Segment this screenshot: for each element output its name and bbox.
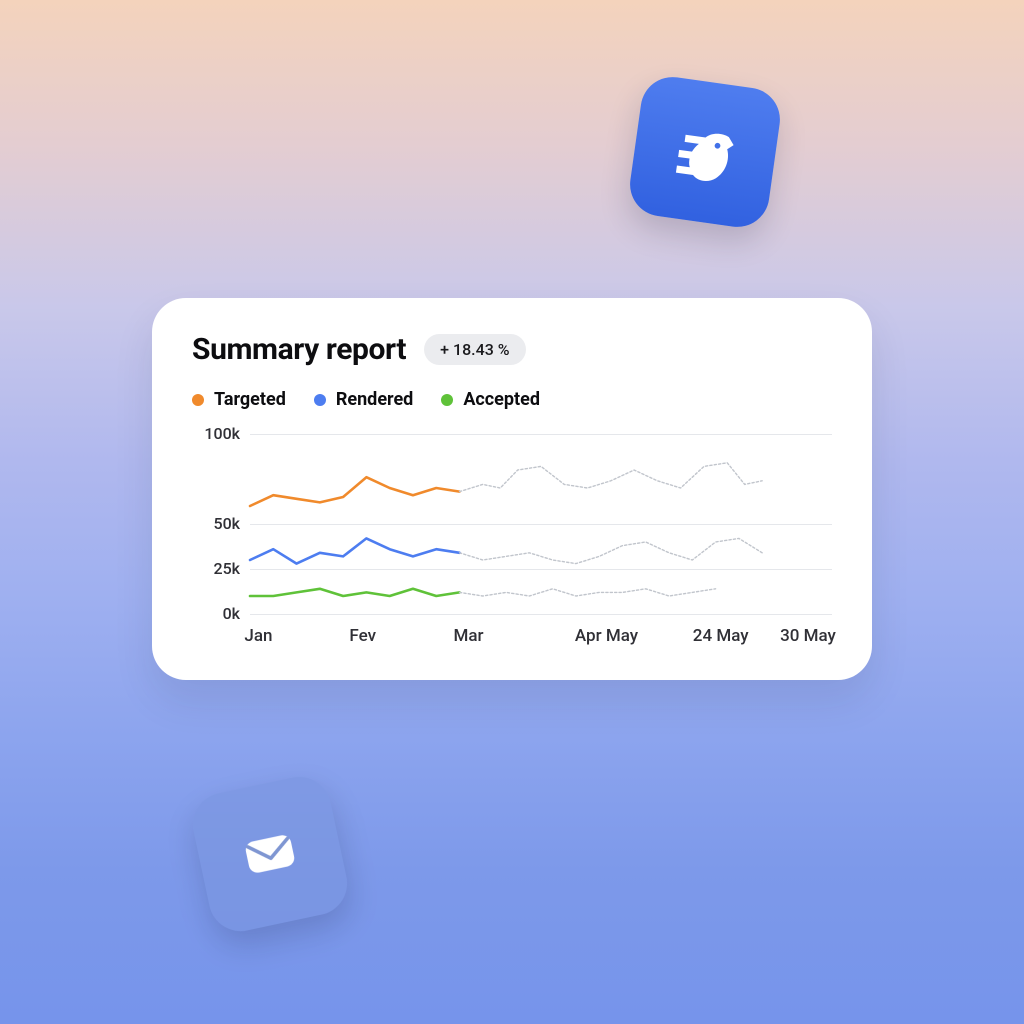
grid-line <box>250 614 832 615</box>
mail-icon <box>227 811 312 896</box>
x-axis: JanFevMarApr May24 May30 May <box>250 626 832 652</box>
grid-line <box>250 524 832 525</box>
plot-area <box>250 434 832 614</box>
legend-dot <box>314 394 326 406</box>
y-axis: 100k50k25k0k <box>192 434 250 614</box>
series-line-rendered <box>250 538 460 563</box>
series-line-targeted <box>250 477 460 506</box>
series-line-accepted <box>250 589 460 596</box>
series-projection-accepted <box>460 589 716 596</box>
bird-icon <box>664 111 745 192</box>
card-header: Summary report + 18.43 % <box>192 332 832 367</box>
x-tick-label: Mar <box>454 626 484 646</box>
card-title: Summary report <box>192 332 406 367</box>
x-tick-label: 30 May <box>780 626 836 646</box>
grid-line <box>250 434 832 435</box>
series-projection-targeted <box>460 463 763 492</box>
summary-report-card: Summary report + 18.43 % Targeted Render… <box>152 298 872 680</box>
legend-label: Accepted <box>463 389 540 410</box>
legend-dot <box>192 394 204 406</box>
stage: Summary report + 18.43 % Targeted Render… <box>0 0 1024 1024</box>
grid-line <box>250 569 832 570</box>
y-tick-label: 50k <box>213 514 240 533</box>
x-tick-label: Apr May <box>575 626 638 646</box>
y-tick-label: 25k <box>213 559 240 578</box>
series-projection-rendered <box>460 538 763 563</box>
mail-app-icon <box>187 771 353 937</box>
bird-app-icon <box>626 73 784 231</box>
chart: 100k50k25k0k <box>192 434 832 614</box>
legend-label: Targeted <box>214 389 286 410</box>
legend-item-targeted: Targeted <box>192 389 286 410</box>
x-tick-label: Fev <box>349 626 376 646</box>
x-tick-label: 24 May <box>693 626 749 646</box>
growth-badge: + 18.43 % <box>424 334 525 365</box>
legend-dot <box>441 394 453 406</box>
y-tick-label: 0k <box>223 604 240 623</box>
legend-label: Rendered <box>336 389 413 410</box>
legend-item-accepted: Accepted <box>441 389 540 410</box>
y-tick-label: 100k <box>204 424 240 443</box>
chart-legend: Targeted Rendered Accepted <box>192 389 832 410</box>
legend-item-rendered: Rendered <box>314 389 413 410</box>
x-tick-label: Jan <box>244 626 272 646</box>
